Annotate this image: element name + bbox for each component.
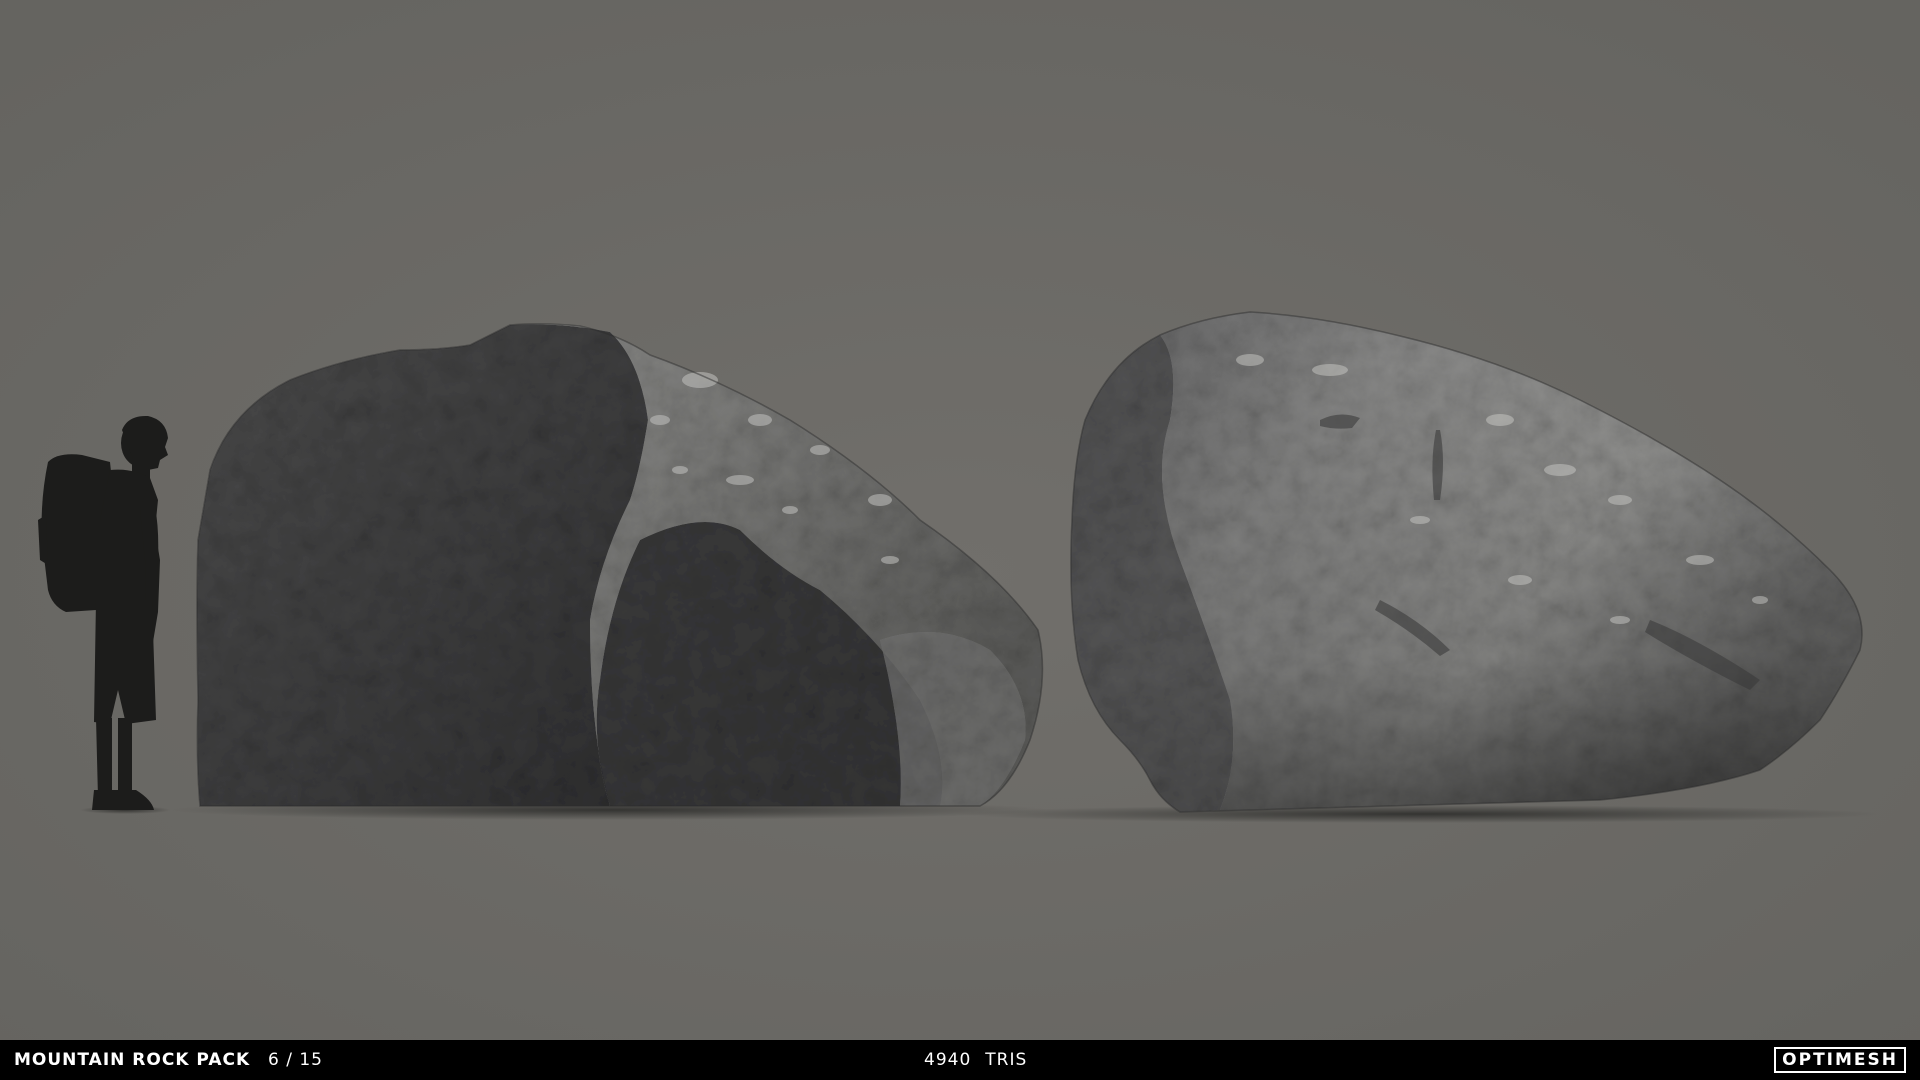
pack-count: 6 / 15 xyxy=(268,1050,323,1070)
render-viewport xyxy=(0,0,1920,1040)
info-bar: MOUNTAIN ROCK PACK 6 / 15 4940 TRIS OPTIM… xyxy=(0,1040,1920,1080)
tris-readout: 4940 TRIS xyxy=(924,1040,1027,1080)
pack-title: MOUNTAIN ROCK PACK xyxy=(14,1050,251,1070)
right-rock-shadow xyxy=(960,805,1880,823)
tris-label: TRIS xyxy=(985,1050,1028,1070)
brand-logo: OPTIMESH xyxy=(1774,1047,1906,1073)
tris-value: 4940 xyxy=(924,1050,972,1070)
